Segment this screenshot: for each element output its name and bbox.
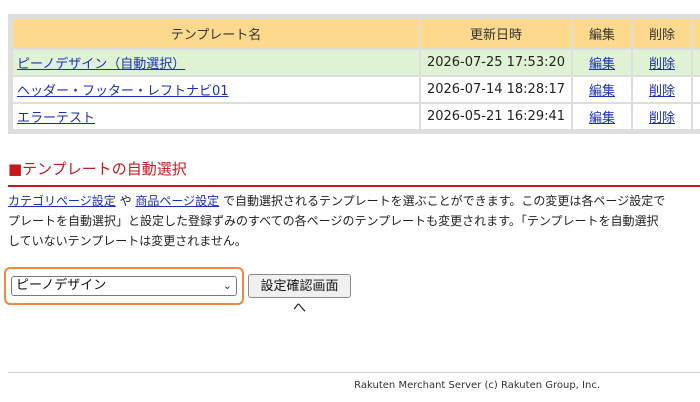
column-header-delete: 削除 [633,19,691,48]
description-separator: や [115,194,136,208]
template-name-link[interactable]: ピーノデザイン（自動選択） [17,57,185,72]
footer-divider [8,372,700,373]
section-title: ■テンプレートの自動選択 [8,158,700,187]
confirm-settings-button[interactable]: 設定確認画面へ [248,274,351,316]
extra-cell [693,50,700,75]
updated-cell: 2026-07-25 17:53:20 [421,50,571,75]
chevron-down-icon: ⌄ [222,279,232,292]
description-line-2: プレートを自動選択」と設定した登録ずみのすべての各ページのテンプレートも変更され… [8,214,659,228]
delete-link[interactable]: 削除 [649,111,675,126]
extra-cell [693,104,700,129]
template-select-value: ピーノデザイン [16,278,107,293]
updated-cell: 2026-07-14 18:28:17 [421,77,571,102]
template-name-link[interactable]: エラーテスト [17,111,95,126]
template-name-cell: ピーノデザイン（自動選択） [13,50,419,75]
template-name-cell: エラーテスト [13,104,419,129]
table-row: エラーテスト 2026-05-21 16:29:41 編集 削除 [13,104,700,129]
table-header-row: テンプレート名 更新日時 編集 削除 [13,19,700,48]
column-header-edit: 編集 [573,19,631,48]
template-select-highlight: ピーノデザイン ⌄ [4,267,244,305]
description-line-1-rest: で自動選択されるテンプレートを選ぶことができます。この変更は各ページ設定で [219,194,666,208]
updated-cell: 2026-05-21 16:29:41 [421,104,571,129]
extra-cell [693,77,700,102]
description-line-3: していないテンプレートは変更されません。 [8,234,247,248]
template-name-link[interactable]: ヘッダー・フッター・レフトナビ01 [17,84,229,99]
column-header-extra [693,19,700,48]
delete-link[interactable]: 削除 [649,57,675,72]
table-row: ヘッダー・フッター・レフトナビ01 2026-07-14 18:28:17 編集… [13,77,700,102]
template-name-cell: ヘッダー・フッター・レフトナビ01 [13,77,419,102]
template-select[interactable]: ピーノデザイン ⌄ [11,276,237,296]
delete-cell: 削除 [633,77,691,102]
delete-link[interactable]: 削除 [649,84,675,99]
column-header-updated: 更新日時 [421,19,571,48]
edit-cell: 編集 [573,104,631,129]
description-line-1: カテゴリページ設定 や 商品ページ設定 で自動選択されるテンプレートを選ぶことが… [8,191,700,211]
table-row: ピーノデザイン（自動選択） 2026-07-25 17:53:20 編集 削除 [13,50,700,75]
edit-cell: 編集 [573,50,631,75]
template-table: テンプレート名 更新日時 編集 削除 ピーノデザイン（自動選択） 2026-07… [11,17,700,131]
edit-link[interactable]: 編集 [589,57,615,72]
edit-link[interactable]: 編集 [589,84,615,99]
delete-cell: 削除 [633,50,691,75]
product-page-settings-link[interactable]: 商品ページ設定 [135,194,219,208]
description-text: カテゴリページ設定 や 商品ページ設定 で自動選択されるテンプレートを選ぶことが… [8,191,700,251]
delete-cell: 削除 [633,104,691,129]
category-page-settings-link[interactable]: カテゴリページ設定 [8,194,116,208]
column-header-template-name: テンプレート名 [13,19,419,48]
footer-copyright: Rakuten Merchant Server (c) Rakuten Grou… [354,380,600,391]
edit-cell: 編集 [573,77,631,102]
edit-link[interactable]: 編集 [589,111,615,126]
template-table-container: テンプレート名 更新日時 編集 削除 ピーノデザイン（自動選択） 2026-07… [8,14,700,134]
